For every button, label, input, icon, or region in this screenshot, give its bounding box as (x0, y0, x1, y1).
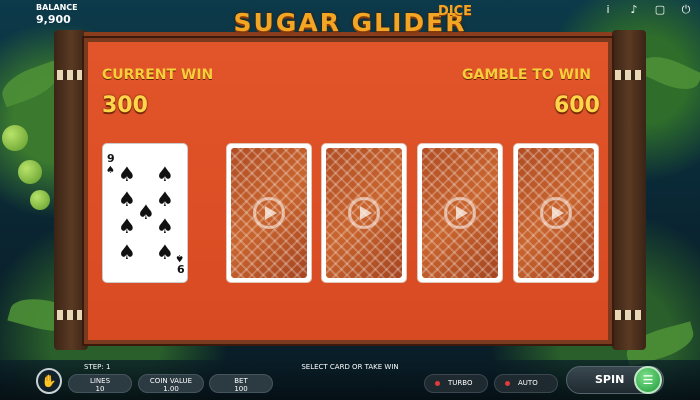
bet-label: BET (234, 377, 248, 385)
fruit-decoration (2, 125, 28, 151)
gamble-to-win-label: GAMBLE TO WIN (462, 67, 591, 83)
current-win-label: CURRENT WIN (102, 67, 214, 83)
fruit-decoration (18, 160, 42, 184)
spade-icon: ♠ (118, 214, 136, 238)
spade-icon: ♠ (137, 200, 155, 224)
bet-value: 100 (234, 385, 248, 393)
right-totem (612, 30, 646, 350)
spade-icon: ♠ (156, 214, 174, 238)
dealer-card-nine-of-spades: 9 ♠ ♠ ♠ ♠ ♠ ♠ ♠ ♠ ♠ ♠ ♠ 9 (102, 143, 188, 283)
card-logo-icon (348, 197, 380, 229)
fruit-decoration (30, 190, 50, 210)
hand-coins-icon: ✋ (41, 374, 57, 388)
current-win-value: 300 (102, 93, 148, 118)
coin-value-value: 1.00 (163, 385, 179, 393)
lines-label: LINES (89, 377, 111, 385)
collect-win-button[interactable]: ✋ (36, 368, 62, 394)
coins-icon: ☰ (642, 373, 654, 387)
lines-selector[interactable]: LINES 10 (68, 374, 132, 393)
lines-value: 10 (95, 385, 105, 393)
spade-icon: ♠ (118, 162, 136, 186)
turbo-status-dot (435, 380, 440, 386)
spade-icon: ♠ (175, 252, 184, 263)
card-logo-icon (540, 197, 572, 229)
turbo-toggle[interactable]: TURBO (424, 374, 488, 393)
left-totem (54, 30, 88, 350)
hidden-card-1[interactable] (226, 143, 312, 283)
spade-icon: ♠ (118, 187, 136, 211)
spade-icon: ♠ (156, 240, 174, 264)
card-logo-icon (444, 197, 476, 229)
card-rank-top: 9 (107, 152, 115, 165)
gamble-to-win-value: 600 (554, 93, 600, 118)
turbo-label: TURBO (448, 379, 473, 387)
card-rank-bottom: 9 (177, 262, 185, 275)
hidden-card-4[interactable] (513, 143, 599, 283)
spin-label: SPIN (595, 373, 625, 386)
hidden-card-3[interactable] (417, 143, 503, 283)
logo-title: SUGAR GLIDER (233, 8, 467, 37)
auto-toggle[interactable]: AUTO (494, 374, 558, 393)
spade-icon: ♠ (106, 165, 115, 176)
card-logo-icon (253, 197, 285, 229)
game-logo: SUGAR GLIDER DICE (0, 4, 700, 37)
auto-label: AUTO (518, 379, 538, 387)
logo-subtitle: DICE (438, 4, 473, 19)
spin-icon-button[interactable]: ☰ (634, 366, 662, 394)
coin-value-label: COIN VALUE (149, 377, 193, 385)
spade-icon: ♠ (156, 187, 174, 211)
coin-value-selector[interactable]: COIN VALUE 1.00 (138, 374, 204, 393)
spade-icon: ♠ (156, 162, 174, 186)
hidden-card-2[interactable] (321, 143, 407, 283)
bet-selector[interactable]: BET 100 (209, 374, 273, 393)
spade-icon: ♠ (118, 240, 136, 264)
auto-status-dot (505, 380, 510, 386)
